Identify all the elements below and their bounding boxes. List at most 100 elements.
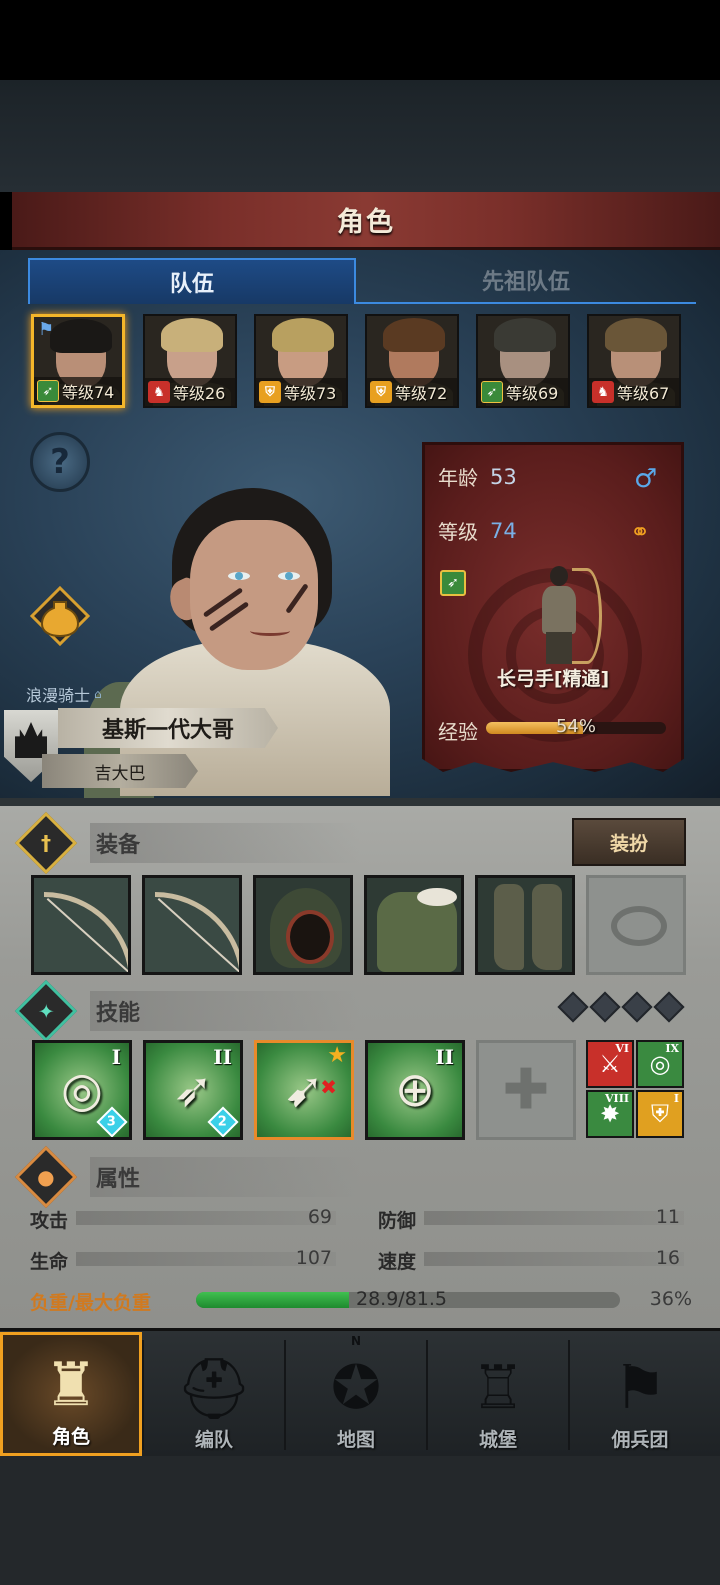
skill-slot[interactable]: ◎ I 3 (32, 1040, 132, 1140)
hero-subtitle-plate: 吉大巴 (42, 754, 198, 788)
roster-portrait[interactable]: ⛨ 等级73 (254, 314, 348, 408)
passive-rank: VI (615, 1042, 629, 1055)
level-label: 等级 (438, 520, 478, 544)
skill-slot[interactable]: ⊕ II (365, 1040, 465, 1140)
house-icon: ⌂ (94, 687, 102, 701)
star-icon: ✦ (14, 979, 78, 1043)
roster-level-bar: ⛨ 等级72 (367, 378, 457, 406)
hp-label: 生命 (30, 1251, 69, 1273)
roster-level-bar: ➶ 等级74 (34, 377, 122, 405)
equip-slot-bow-2[interactable] (142, 875, 242, 975)
dress-up-button[interactable]: 装扮 (572, 818, 686, 866)
skills-header: ✦ 技能 (14, 979, 361, 1043)
nav-item[interactable]: ♜ 角色 (0, 1332, 142, 1456)
skill-rank: II (213, 1045, 232, 1069)
weight-percent: 36% (649, 1288, 692, 1310)
compass-icon: ✪ (330, 1353, 382, 1423)
nav-label: 佣兵团 (611, 1429, 669, 1451)
help-button[interactable]: ? (30, 432, 90, 492)
skill-points (557, 991, 685, 1023)
speed-value: 16 (655, 1247, 680, 1269)
helmet-icon: ⛑ (175, 1353, 253, 1424)
shield-icon: ⛨ (370, 381, 392, 403)
hero-eye-left (228, 572, 250, 580)
passive-skill[interactable]: ✸ VIII (586, 1090, 634, 1138)
roster-level-bar: ♞ 等级26 (145, 378, 235, 406)
question-icon: ? (50, 442, 70, 482)
defense-label: 防御 (378, 1210, 417, 1232)
potion-button[interactable] (28, 584, 92, 648)
shield-icon: ⛨ (651, 1100, 669, 1128)
roster-level: 等级26 (173, 384, 226, 403)
bow-icon: ➶ (481, 381, 503, 403)
bottom-area (0, 1456, 720, 1585)
skills-title: 技能 (90, 991, 361, 1031)
nav-label: 编队 (194, 1429, 233, 1451)
attack-label: 攻击 (30, 1210, 69, 1232)
passive-skill[interactable]: ⚔ VI (586, 1040, 634, 1088)
attack-value: 69 (307, 1206, 332, 1228)
nav-item[interactable]: ⚑ 佣兵团 (569, 1332, 711, 1456)
bow-icon: ➶ (37, 380, 59, 402)
skill-level: 2 (218, 1114, 228, 1130)
roster-level: 等级74 (62, 383, 115, 402)
skill-slot[interactable]: ➹ ★ ✖ (254, 1040, 354, 1140)
equip-slot-ring-empty[interactable] (586, 875, 686, 975)
equip-slot-bow-1[interactable] (31, 875, 131, 975)
cross-icon: ✚ (502, 1057, 550, 1123)
roster-level: 等级72 (395, 384, 448, 403)
exp-label: 经验 (438, 720, 478, 744)
weight-value: 28.9/81.5 (356, 1288, 448, 1310)
compass-north-label: N (350, 1334, 362, 1348)
roster-portrait[interactable]: ♞ 等级67 (587, 314, 681, 408)
tab-team[interactable]: 队伍 (28, 258, 356, 304)
hero-name-plate[interactable]: 基斯一代大哥 (58, 708, 278, 748)
defense-value: 11 (655, 1206, 680, 1228)
nav-item[interactable]: ♖ 城堡 (427, 1332, 569, 1456)
male-icon: ♂ (634, 464, 658, 494)
passive-rank: I (673, 1092, 679, 1105)
nav-item[interactable]: N ✪ 地图 (285, 1332, 427, 1456)
passive-rank: VIII (605, 1092, 629, 1105)
marriage-rings-icon[interactable]: ⚭ (630, 518, 650, 546)
roster-portrait[interactable]: ⚑ ➶ 等级74 (31, 314, 125, 408)
nav-label: 城堡 (478, 1429, 517, 1451)
skill-slot-empty[interactable]: ✚ (476, 1040, 576, 1140)
age-row: 年龄 53 (438, 462, 517, 491)
nav-label: 角色 (51, 1426, 90, 1448)
person-icon: ● (14, 1145, 78, 1209)
equip-slot-hood[interactable] (253, 875, 353, 975)
passive-skill[interactable]: ◎ IX (636, 1040, 684, 1088)
equipment-title: 装备 (90, 823, 361, 863)
passive-rank: IX (665, 1042, 679, 1055)
hero-subtitle: 吉大巴 (94, 763, 146, 784)
roster-level: 等级67 (617, 384, 670, 403)
skill-point-icon (589, 991, 621, 1023)
roster-portrait[interactable]: ♞ 等级26 (143, 314, 237, 408)
equip-slot-boots[interactable] (475, 875, 575, 975)
horse-icon: ♞ (148, 381, 170, 403)
hero-class-title-text: 浪漫骑士 (26, 686, 91, 705)
tab-ancestor-team[interactable]: 先祖队伍 (356, 258, 696, 304)
skill-slot[interactable]: ➶ II 2 (143, 1040, 243, 1140)
nav-item[interactable]: ⛑ 编队 (143, 1332, 285, 1456)
skill-level: 3 (107, 1114, 117, 1130)
equip-slot-armor[interactable] (364, 875, 464, 975)
age-value: 53 (490, 464, 517, 489)
skill-point-icon (653, 991, 685, 1023)
hero-mouth (250, 626, 290, 636)
page-title: 角色 (337, 207, 395, 238)
level-value: 74 (490, 518, 517, 543)
attributes-header: ● 属性 (14, 1145, 361, 1209)
hero-name: 基斯一代大哥 (101, 718, 234, 743)
skill-point-icon (557, 991, 589, 1023)
roster-portrait[interactable]: ⛨ 等级72 (365, 314, 459, 408)
passive-skill[interactable]: ⛨ I (636, 1090, 684, 1138)
dress-up-label: 装扮 (609, 832, 648, 855)
speed-label: 速度 (378, 1251, 417, 1273)
roster-level: 等级69 (506, 384, 559, 403)
skill-rank: I (111, 1045, 121, 1069)
roster-portrait[interactable]: ➶ 等级69 (476, 314, 570, 408)
tab-team-label: 队伍 (169, 272, 214, 297)
hp-value: 107 (295, 1247, 332, 1269)
